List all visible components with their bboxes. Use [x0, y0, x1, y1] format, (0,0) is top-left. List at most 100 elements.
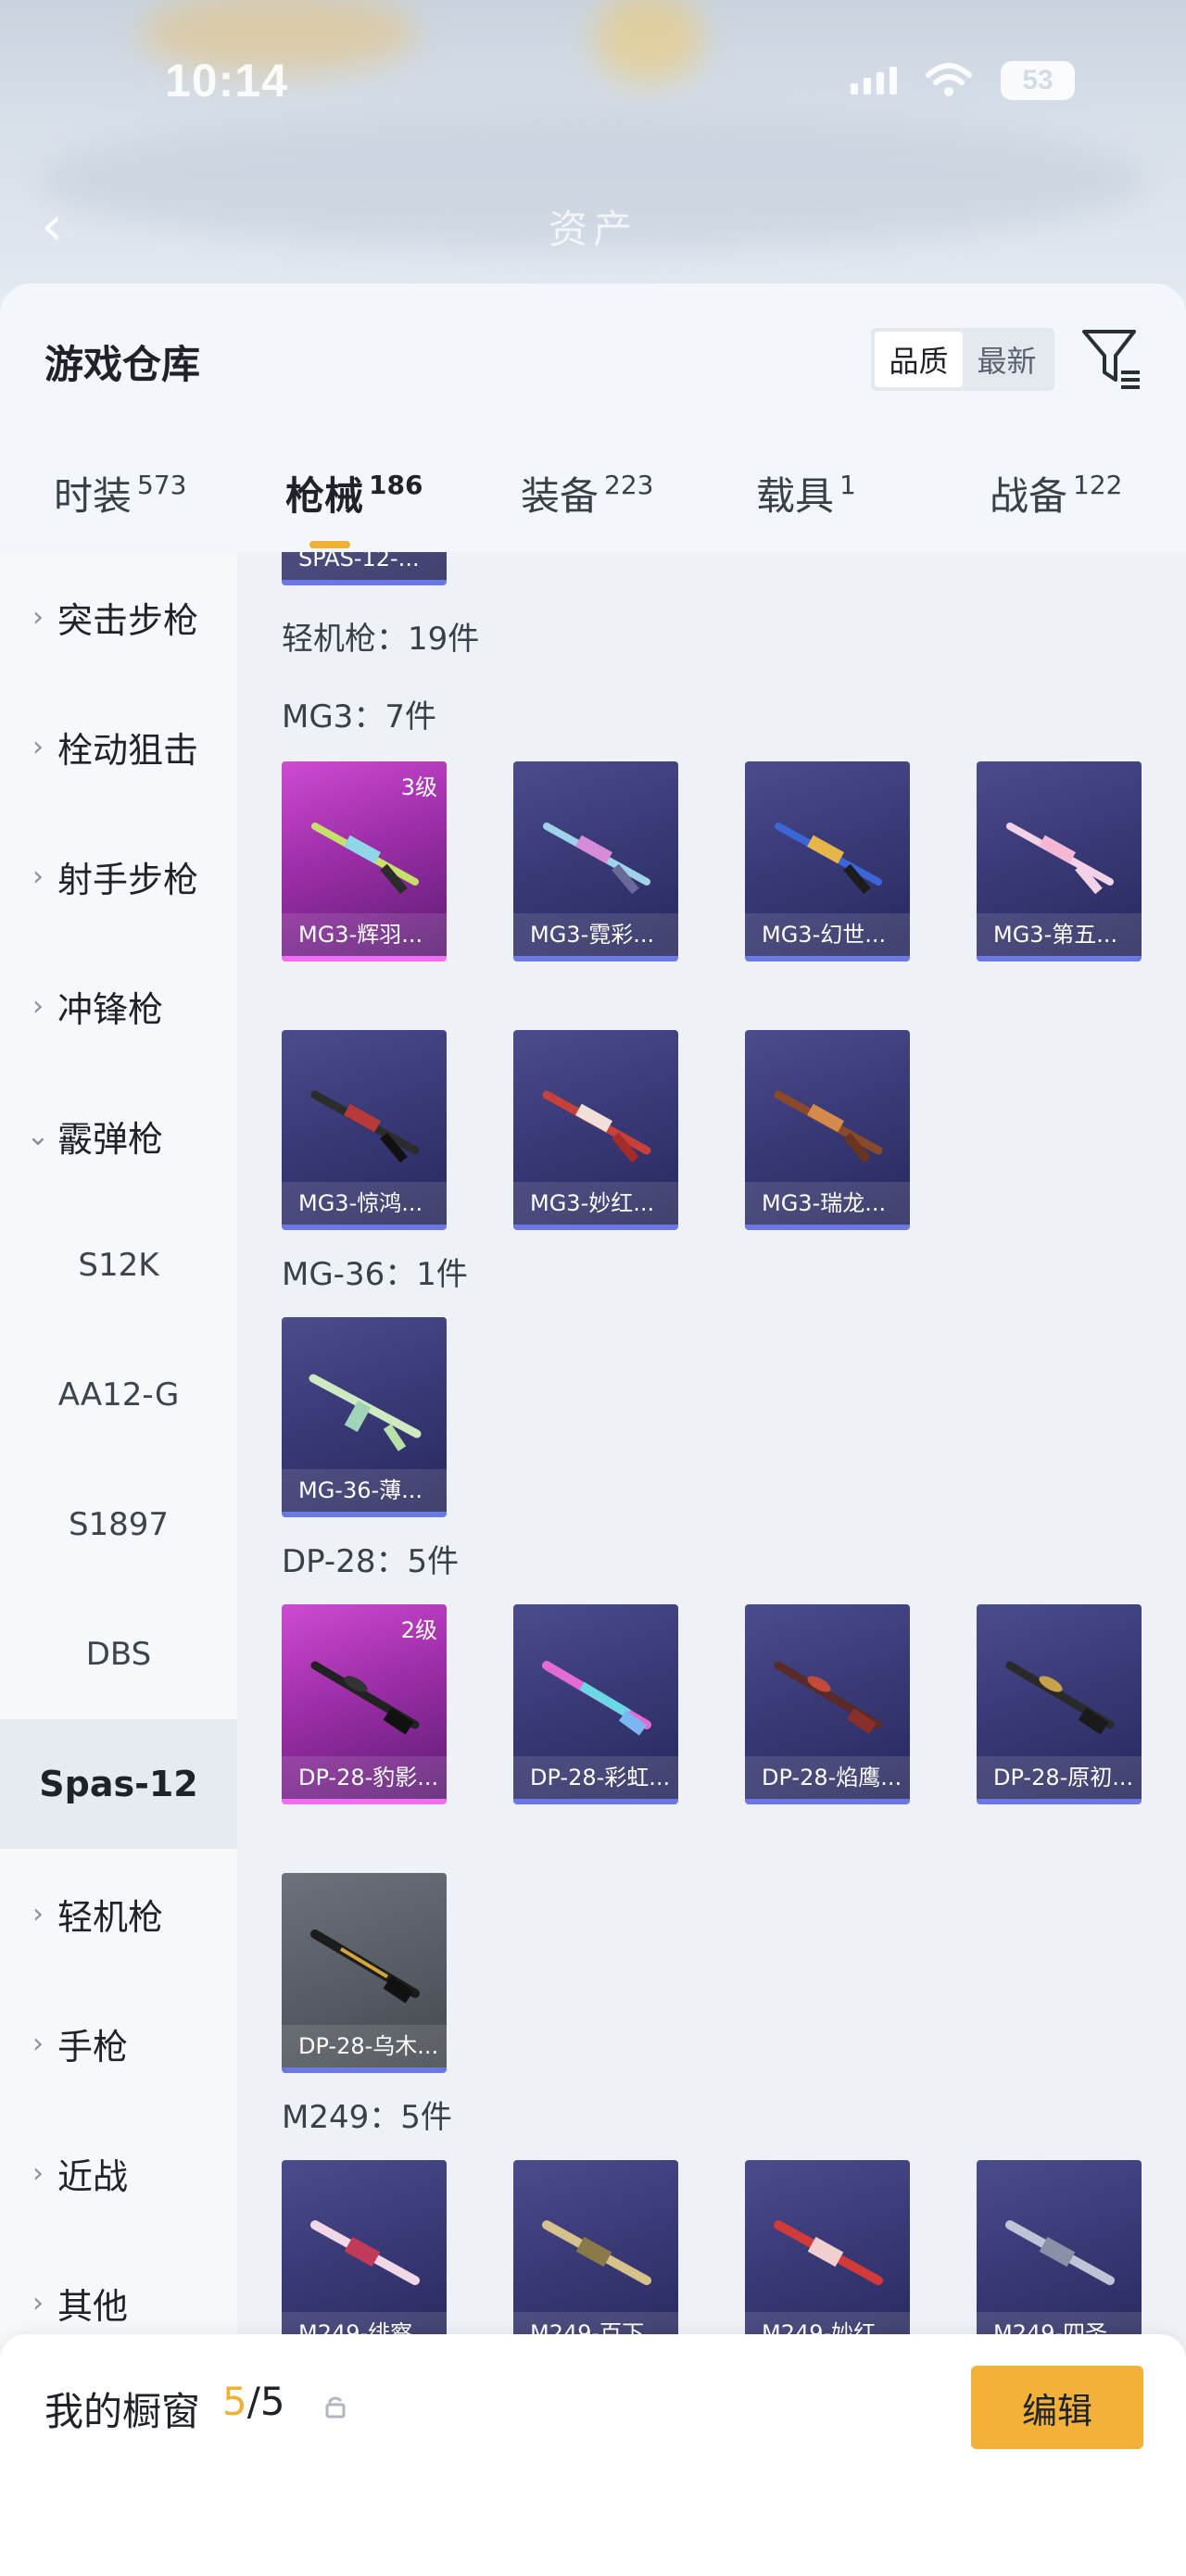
weapon-name: DP-28-乌木... — [282, 2025, 447, 2067]
weapon-name: MG3-第五... — [977, 913, 1142, 956]
sidebar-subitem-spas12[interactable]: Spas-12 — [0, 1719, 237, 1849]
sidebar-item-melee[interactable]: › 近战 — [0, 2108, 237, 2238]
sidebar-subitem-s1897[interactable]: S1897 — [0, 1460, 237, 1590]
sort-toggle: 品质 最新 — [871, 328, 1054, 391]
sidebar-item-label: 轻机枪 — [57, 1896, 164, 1938]
category-count-label: 轻机枪：19件 — [282, 621, 480, 658]
lmg-icon — [311, 823, 419, 895]
tab-label: 战备 — [990, 473, 1068, 519]
lmg-icon — [774, 1661, 883, 1734]
status-time: 10:14 — [165, 55, 288, 107]
weapon-card[interactable]: MG3-瑞龙... — [745, 1030, 910, 1230]
tab-count: 122 — [1073, 470, 1123, 500]
chevron-down-icon: ⌄ — [26, 1119, 50, 1152]
chevron-right-icon: › — [32, 1897, 44, 1930]
chevron-right-icon: › — [32, 2027, 44, 2060]
sort-quality-button[interactable]: 品质 — [875, 332, 963, 387]
weapon-card[interactable]: SPAS-12-... — [282, 552, 447, 585]
weapon-card[interactable]: M249-绯察... — [282, 2160, 447, 2360]
tab-equipment[interactable]: 装备 223 — [521, 450, 653, 552]
weapon-card[interactable]: MG3-第五... — [977, 761, 1142, 961]
weapon-card[interactable]: DP-28-乌木... — [282, 1873, 447, 2073]
weapon-card[interactable]: MG3-妙红... — [513, 1030, 678, 1230]
chevron-right-icon: › — [32, 989, 44, 1023]
lmg-icon — [543, 823, 650, 895]
lmg-icon — [774, 1090, 883, 1163]
chevron-right-icon: › — [32, 600, 44, 634]
sort-newest-button[interactable]: 最新 — [963, 332, 1051, 387]
showcase-count-total: /5 — [246, 2379, 285, 2424]
lmg-icon — [310, 1661, 420, 1735]
tab-firearms[interactable]: 枪械 186 — [285, 450, 423, 552]
tab-vehicles[interactable]: 载具 1 — [756, 450, 856, 552]
weapon-name: DP-28-彩虹... — [513, 1756, 678, 1799]
sidebar-item-label: 射手步枪 — [57, 859, 199, 900]
sidebar-item-label: 栓动狙击 — [57, 729, 199, 771]
tab-label: 枪械 — [285, 473, 364, 519]
lmg-icon — [1006, 823, 1114, 895]
lmg-icon — [542, 2220, 651, 2285]
sidebar-subitem-aa12g[interactable]: AA12-G — [0, 1330, 237, 1460]
sidebar-item-smgs[interactable]: › 冲锋枪 — [0, 941, 237, 1071]
weapon-card[interactable]: 3级 MG3-辉羽... — [282, 761, 447, 961]
showcase-title: 我的橱窗 — [44, 2389, 201, 2434]
weapon-card[interactable]: MG3-幻世... — [745, 761, 910, 961]
tab-supplies[interactable]: 战备 122 — [990, 450, 1122, 552]
lmg-icon — [310, 2220, 420, 2285]
showcase-count-current: 5 — [222, 2379, 247, 2424]
weapon-name: DP-28-豹影... — [282, 1756, 447, 1799]
showcase-count: 5/5 — [222, 2379, 285, 2424]
weapon-card[interactable]: M249-百下... — [513, 2160, 678, 2360]
weapon-card[interactable]: DP-28-原初... — [977, 1604, 1142, 1804]
weapon-card[interactable]: MG3-惊鸿... — [282, 1030, 447, 1230]
weapon-card[interactable]: 2级 DP-28-豹影... — [282, 1604, 447, 1804]
weapon-name: MG3-惊鸿... — [282, 1182, 447, 1225]
group-label: DP-28：5件 — [282, 1543, 460, 1580]
warehouse-sheet: 游戏仓库 品质 最新 时装 573 枪械 186 装备 223 载具 1 战备 … — [0, 283, 1186, 2576]
sidebar-item-bolt-snipers[interactable]: › 栓动狙击 — [0, 682, 237, 811]
cellular-signal-icon — [851, 67, 897, 94]
weapon-card[interactable]: MG3-霓彩... — [513, 761, 678, 961]
filter-icon[interactable] — [1079, 324, 1143, 395]
weapon-name: MG-36-薄... — [282, 1469, 447, 1512]
weapon-name: MG3-霓彩... — [513, 913, 678, 956]
sidebar-item-label: 霰弹枪 — [57, 1118, 164, 1160]
sidebar-subitem-dbs[interactable]: DBS — [0, 1590, 237, 1719]
sidebar-item-marksman-rifles[interactable]: › 射手步枪 — [0, 811, 237, 941]
group-label: MG-36：1件 — [282, 1256, 468, 1293]
tab-label: 装备 — [521, 473, 599, 519]
lmg-icon — [774, 2220, 883, 2285]
chevron-right-icon: › — [32, 2156, 44, 2190]
sidebar-item-pistols[interactable]: › 手枪 — [0, 1979, 237, 2108]
edit-button[interactable]: 编辑 — [971, 2366, 1143, 2449]
battery-icon: 53 — [1001, 61, 1075, 100]
sidebar-subitem-s12k[interactable]: S12K — [0, 1200, 237, 1330]
background-blob — [593, 0, 704, 83]
weapon-name: DP-28-原初... — [977, 1756, 1142, 1799]
sidebar-item-label: 近战 — [57, 2155, 129, 2197]
tab-count: 223 — [604, 470, 654, 500]
lmg-icon — [542, 1661, 651, 1736]
sidebar-item-lmgs[interactable]: › 轻机枪 — [0, 1849, 237, 1979]
header-title: 资产 — [549, 207, 638, 252]
sidebar-item-assault-rifles[interactable]: › 突击步枪 — [0, 552, 237, 682]
tab-label: 时装 — [54, 473, 132, 519]
status-icons: 53 — [851, 61, 1075, 100]
weapon-name: MG3-瑞龙... — [745, 1182, 910, 1225]
weapon-card[interactable]: M249-妙红... — [745, 2160, 910, 2360]
sheet-title: 游戏仓库 — [44, 342, 201, 387]
sidebar-item-shotguns[interactable]: ⌄ 霰弹枪 — [0, 1071, 237, 1200]
category-tabs: 时装 573 枪械 186 装备 223 载具 1 战备 122 — [0, 450, 1186, 552]
tab-count: 1 — [839, 470, 856, 500]
weapon-card[interactable]: DP-28-彩虹... — [513, 1604, 678, 1804]
lmg-icon — [310, 1929, 420, 2004]
weapon-grid: SPAS-12-... 轻机枪：19件 MG3：7件 3级 MG3-辉羽... … — [237, 552, 1186, 2576]
weapon-card[interactable]: MG-36-薄... — [282, 1317, 447, 1517]
weapon-card[interactable]: DP-28-焰鹰... — [745, 1604, 910, 1804]
sheet-header: 游戏仓库 品质 最新 时装 573 枪械 186 装备 223 载具 1 战备 … — [0, 283, 1186, 552]
wifi-icon — [926, 63, 972, 96]
tab-fashion[interactable]: 时装 573 — [54, 450, 186, 552]
weapon-card[interactable]: M249-四圣... — [977, 2160, 1142, 2360]
chevron-right-icon: › — [32, 2286, 44, 2319]
back-chevron-icon[interactable]: ‹ — [41, 198, 82, 254]
